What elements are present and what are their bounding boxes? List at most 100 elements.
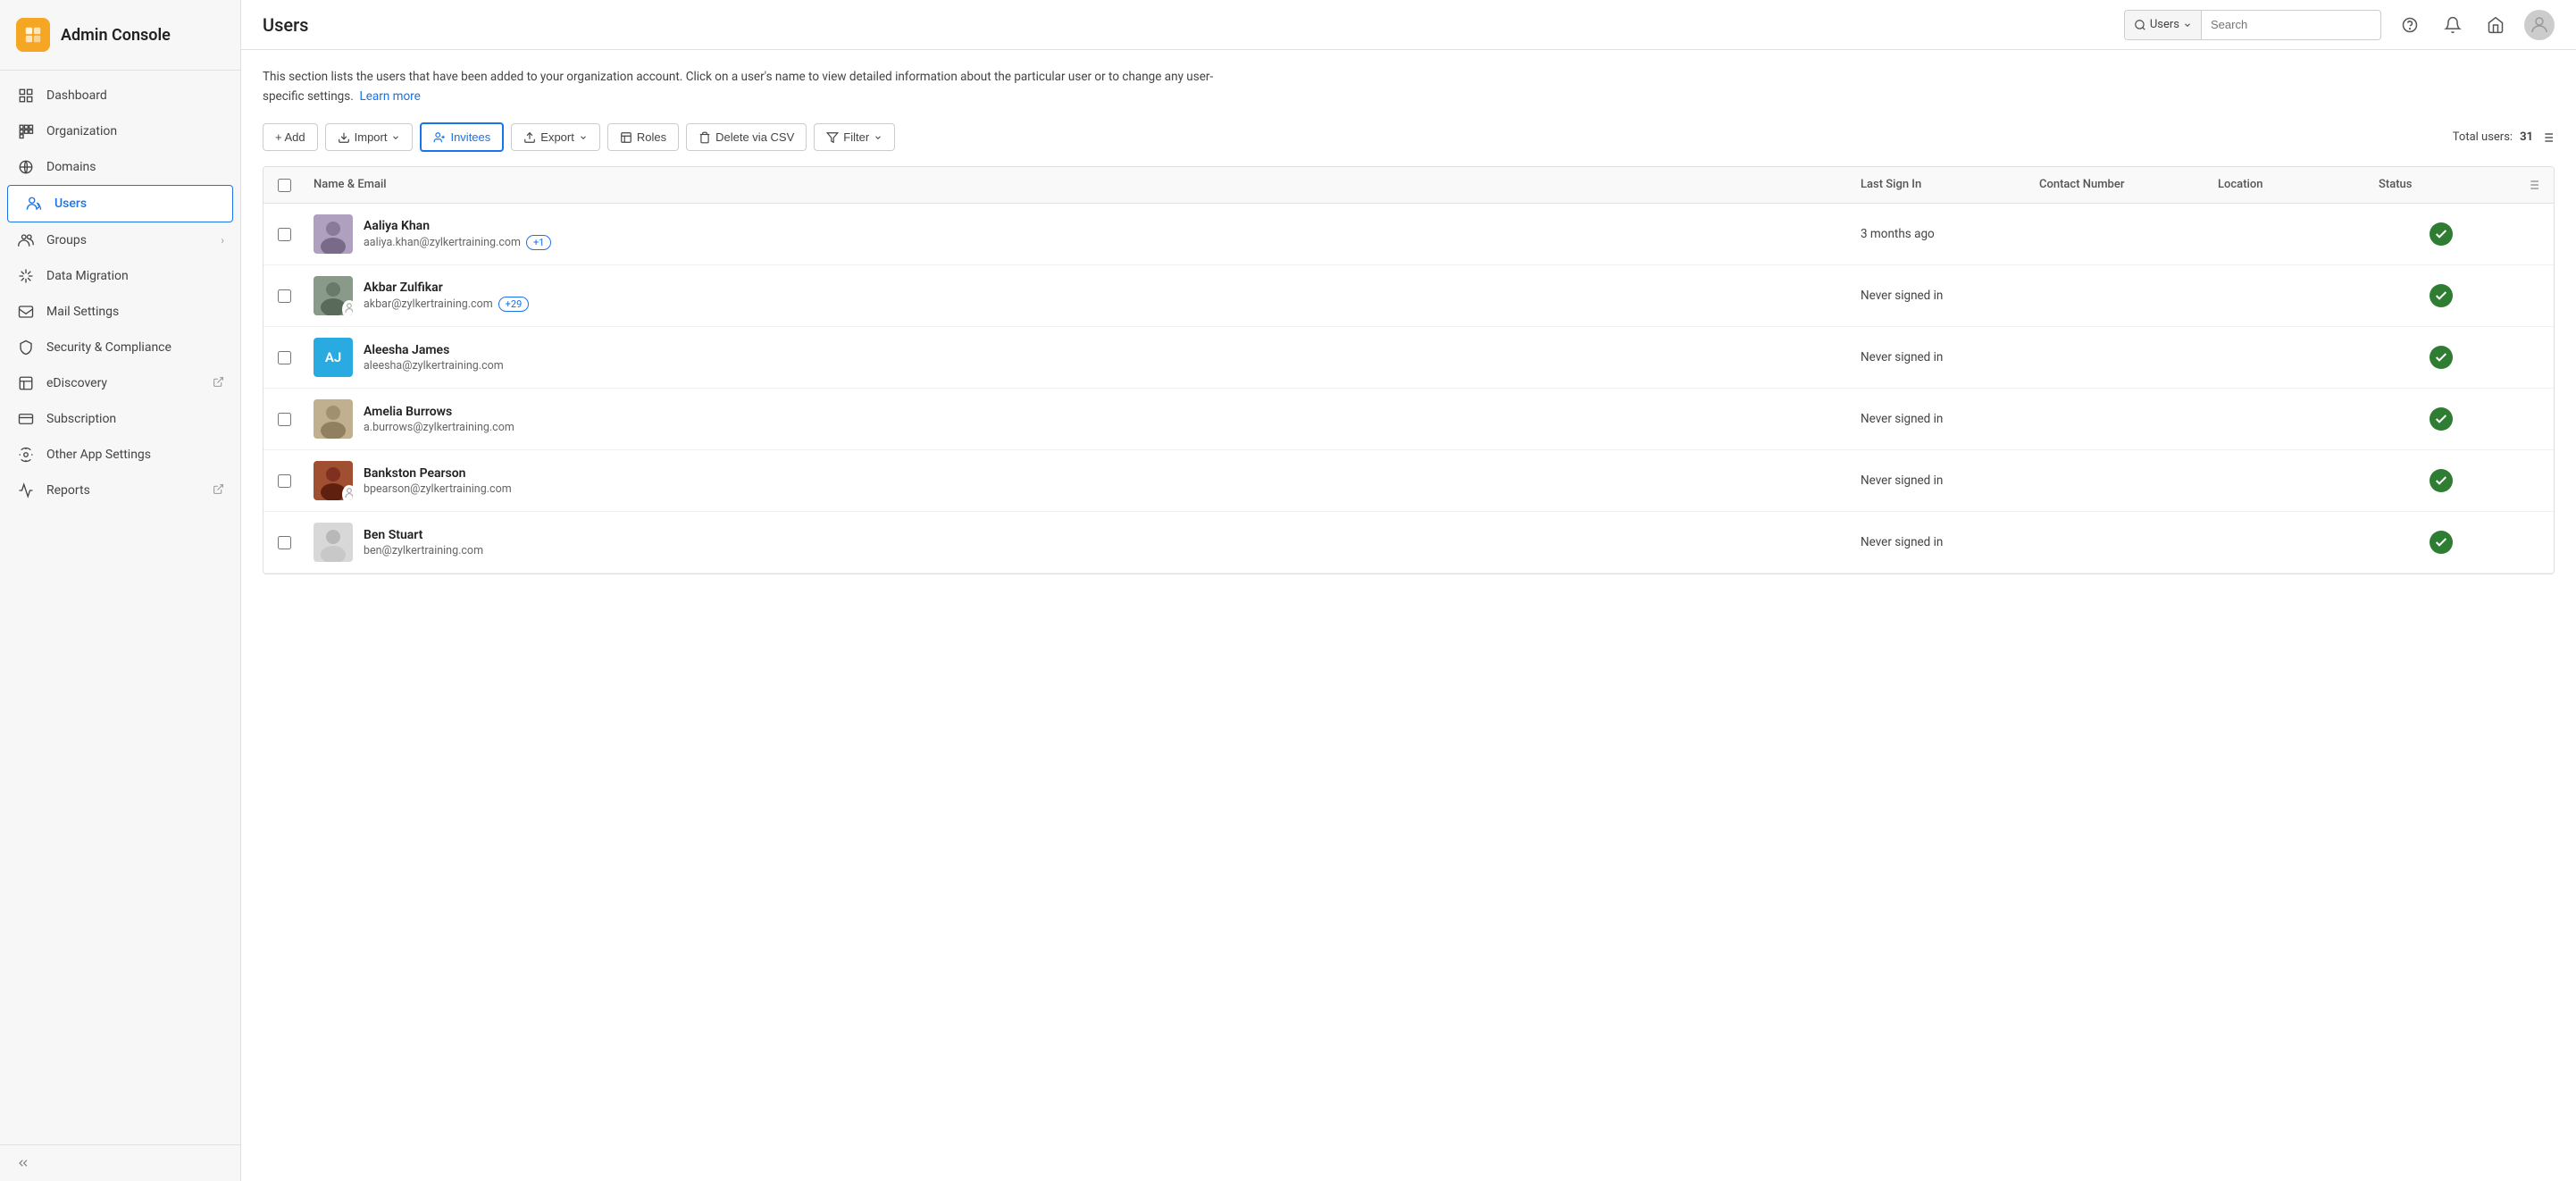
sidebar-item-domains[interactable]: Domains	[0, 149, 240, 185]
sidebar-item-groups[interactable]: Groups ›	[0, 222, 240, 258]
row-checkbox[interactable]	[278, 289, 291, 303]
user-avatar[interactable]	[2524, 10, 2555, 40]
sidebar-item-label: Users	[54, 197, 216, 211]
location	[2209, 223, 2370, 245]
topbar-right: Users	[2124, 10, 2555, 40]
filter-icon	[826, 131, 839, 144]
notifications-button[interactable]	[2438, 11, 2467, 39]
add-button[interactable]: + Add	[263, 123, 318, 151]
status-cell	[2370, 273, 2513, 318]
toolbar: + Add Import Invitees	[263, 122, 2555, 152]
table-header: Name & Email Last Sign In Contact Number…	[263, 167, 2554, 204]
page-title: Users	[263, 14, 308, 36]
sidebar-item-label: eDiscovery	[46, 376, 202, 390]
user-email: ben@zylkertraining.com	[364, 544, 483, 557]
section-description: This section lists the users that have b…	[263, 68, 1245, 106]
invitees-button[interactable]: Invitees	[420, 122, 504, 152]
status-active-icon	[2430, 346, 2453, 369]
search-container: Users	[2124, 10, 2381, 40]
table-row: AJ Aleesha James aleesha@zylkertraining.…	[263, 327, 2554, 389]
sidebar-item-subscription[interactable]: Subscription	[0, 401, 240, 437]
search-scope-label: Users	[2150, 18, 2179, 31]
search-scope-selector[interactable]: Users	[2125, 11, 2202, 39]
topbar: Users Users	[241, 0, 2576, 50]
table-row: Akbar Zulfikar akbar@zylkertraining.com …	[263, 265, 2554, 327]
total-users: Total users: 31	[2453, 130, 2555, 145]
admin-badge-icon	[342, 485, 353, 500]
user-name[interactable]: Aleesha James	[364, 343, 504, 357]
row-checkbox[interactable]	[278, 413, 291, 426]
filter-button[interactable]: Filter	[814, 123, 895, 151]
sidebar-item-security-compliance[interactable]: Security & Compliance	[0, 330, 240, 365]
user-name[interactable]: Aaliya Khan	[364, 219, 551, 233]
sidebar-item-label: Groups	[46, 233, 210, 247]
roles-button[interactable]: Roles	[607, 123, 679, 151]
sidebar-item-reports[interactable]: Reports	[0, 473, 240, 508]
user-name[interactable]: Ben Stuart	[364, 528, 483, 542]
subscription-icon	[16, 411, 36, 427]
column-settings-button[interactable]	[2513, 167, 2554, 203]
row-checkbox[interactable]	[278, 228, 291, 241]
delete-csv-button[interactable]: Delete via CSV	[686, 123, 807, 151]
app-title: Admin Console	[61, 26, 171, 45]
sidebar-item-label: Data Migration	[46, 269, 224, 283]
roles-icon	[620, 131, 632, 144]
reports-ext-icon	[213, 483, 224, 498]
user-info: Bankston Pearson bpearson@zylkertraining…	[314, 461, 1843, 500]
user-name[interactable]: Akbar Zulfikar	[364, 281, 529, 295]
sidebar-item-mail-settings[interactable]: Mail Settings	[0, 294, 240, 330]
avatar-placeholder-icon	[2529, 14, 2550, 36]
location	[2209, 347, 2370, 368]
contact-number	[2030, 470, 2209, 491]
user-info: Akbar Zulfikar akbar@zylkertraining.com …	[314, 276, 1843, 315]
user-name[interactable]: Bankston Pearson	[364, 466, 512, 481]
status-active-icon	[2430, 407, 2453, 431]
search-input[interactable]	[2202, 18, 2380, 31]
sidebar-item-label: Subscription	[46, 412, 224, 426]
sidebar-collapse[interactable]	[0, 1144, 240, 1181]
last-signin: Never signed in	[1852, 401, 2030, 437]
row-checkbox[interactable]	[278, 474, 291, 488]
header-contact: Contact Number	[2030, 167, 2209, 203]
sidebar-item-label: Organization	[46, 124, 224, 138]
select-all-cell[interactable]	[263, 167, 305, 203]
learn-more-link[interactable]: Learn more	[359, 89, 420, 104]
user-email: aleesha@zylkertraining.com	[364, 359, 504, 373]
row-checkbox[interactable]	[278, 351, 291, 364]
admin-badge-icon	[342, 300, 353, 315]
select-all-checkbox[interactable]	[278, 179, 291, 192]
columns-icon[interactable]	[2540, 130, 2555, 145]
user-email: bpearson@zylkertraining.com	[364, 482, 512, 496]
home-button[interactable]	[2481, 11, 2510, 39]
user-info: Aaliya Khan aaliya.khan@zylkertraining.c…	[314, 214, 1843, 254]
sidebar-item-dashboard[interactable]: Dashboard	[0, 78, 240, 113]
organization-icon	[16, 123, 36, 139]
main-content: Users Users	[241, 0, 2576, 1181]
table-row: Amelia Burrows a.burrows@zylkertraining.…	[263, 389, 2554, 450]
last-signin: Never signed in	[1852, 524, 2030, 560]
sidebar-item-users[interactable]: Users	[7, 185, 233, 222]
table-row: Bankston Pearson bpearson@zylkertraining…	[263, 450, 2554, 512]
sidebar-item-organization[interactable]: Organization	[0, 113, 240, 149]
sidebar-item-label: Mail Settings	[46, 305, 224, 319]
sidebar-item-data-migration[interactable]: Data Migration	[0, 258, 240, 294]
home-icon	[2487, 16, 2505, 34]
ediscovery-icon	[16, 375, 36, 391]
sidebar-item-label: Reports	[46, 483, 202, 498]
sidebar-item-label: Dashboard	[46, 88, 224, 103]
delete-csv-icon	[698, 131, 711, 144]
export-button[interactable]: Export	[511, 123, 600, 151]
row-checkbox[interactable]	[278, 536, 291, 549]
import-button[interactable]: Import	[325, 123, 414, 151]
help-button[interactable]	[2396, 11, 2424, 39]
role-badge: +1	[526, 235, 551, 250]
user-name[interactable]: Amelia Burrows	[364, 405, 514, 419]
security-icon	[16, 339, 36, 356]
status-cell	[2370, 335, 2513, 380]
notifications-icon	[2444, 16, 2462, 34]
sidebar-item-other-settings[interactable]: Other App Settings	[0, 437, 240, 473]
sidebar-nav: Dashboard Organization Domains	[0, 71, 240, 1144]
sidebar-item-ediscovery[interactable]: eDiscovery	[0, 365, 240, 401]
users-icon	[24, 196, 44, 212]
user-info: AJ Aleesha James aleesha@zylkertraining.…	[314, 338, 1843, 377]
